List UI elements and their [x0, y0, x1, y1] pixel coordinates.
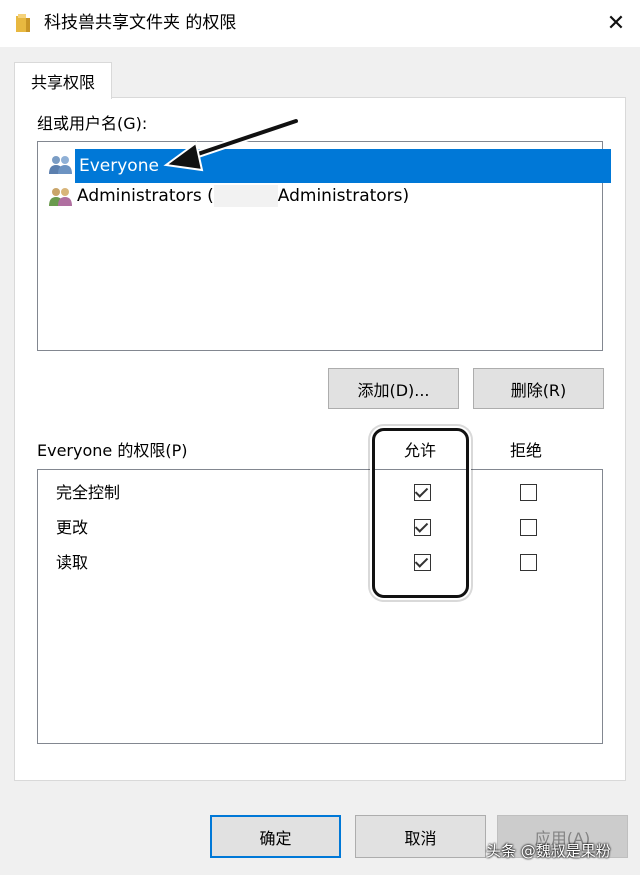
close-icon: ✕	[606, 11, 626, 36]
cancel-button[interactable]: 取消	[355, 815, 486, 858]
users-label: 组或用户名(G):	[37, 114, 148, 133]
redacted-region	[213, 185, 278, 207]
deny-read-checkbox[interactable]	[520, 554, 537, 571]
ok-button[interactable]: 确定	[210, 815, 341, 858]
deny-column-header: 拒绝	[510, 441, 543, 460]
add-button[interactable]: 添加(D)...	[328, 368, 459, 409]
permission-change: 更改	[56, 518, 89, 537]
admin-name-prefix: Administrators (	[77, 186, 214, 206]
list-item-everyone[interactable]: Everyone	[42, 149, 611, 183]
users-icon	[49, 188, 72, 206]
permission-full-control: 完全控制	[56, 483, 121, 502]
users-listbox[interactable]: Everyone Administrators ( Administrators)	[37, 141, 611, 351]
admin-name-suffix: Administrators)	[277, 186, 410, 206]
annotation-highlight-frame	[372, 428, 469, 598]
remove-button[interactable]: 删除(R)	[473, 368, 604, 409]
permissions-label: Everyone 的权限(P)	[37, 441, 188, 460]
permissions-list: 完全控制 更改 读取	[37, 469, 603, 744]
deny-full-control-checkbox[interactable]	[520, 484, 537, 501]
title-bar: 科技兽共享文件夹 的权限 ✕	[0, 0, 640, 47]
watermark-text: 头条 @魏叔是果粉	[486, 842, 611, 860]
tab-share-permissions[interactable]: 共享权限	[14, 62, 112, 99]
close-button[interactable]: ✕	[592, 0, 640, 47]
deny-change-checkbox[interactable]	[520, 519, 537, 536]
window-title: 科技兽共享文件夹 的权限	[44, 13, 237, 33]
folder-icon	[16, 14, 30, 32]
users-icon	[49, 156, 72, 174]
list-item-label: Everyone	[75, 149, 611, 183]
list-item-administrators[interactable]: Administrators ( Administrators)	[42, 181, 602, 211]
permission-read: 读取	[56, 553, 89, 572]
list-item-label: Administrators ( Administrators)	[75, 181, 411, 211]
